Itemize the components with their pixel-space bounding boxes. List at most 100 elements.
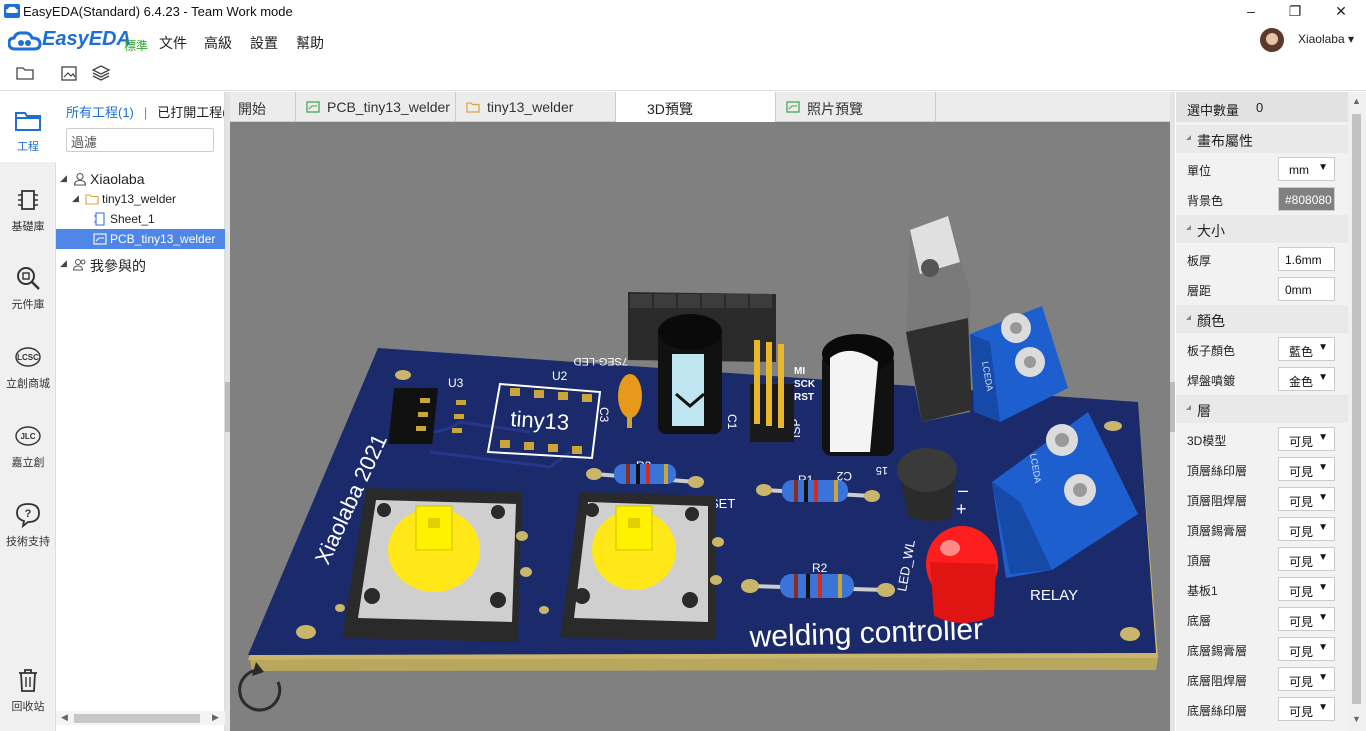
tab-pcb[interactable]: PCB_tiny13_welder: [296, 92, 456, 122]
scroll-left-icon[interactable]: ◀: [61, 712, 68, 723]
prop-layer-row: 頂層錫膏層 可見 ▼: [1176, 514, 1348, 544]
scroll-right-icon[interactable]: ▶: [212, 712, 219, 723]
scroll-up-icon[interactable]: ▲: [1352, 96, 1361, 106]
easyeda-logo-icon: [8, 31, 42, 51]
pcb-icon: [93, 233, 107, 245]
menu-help[interactable]: 幫助: [296, 33, 324, 53]
avatar[interactable]: [1260, 28, 1284, 52]
prop-layer-row: 底層 可見 ▼: [1176, 604, 1348, 634]
section-canvas[interactable]: 畫布屬性: [1176, 125, 1348, 153]
dropdown-arrow-icon: ▼: [1318, 342, 1328, 353]
image-export-icon[interactable]: [58, 62, 80, 84]
prop-layer-row: 頂層 可見 ▼: [1176, 544, 1348, 574]
layer-visibility-select[interactable]: 可見 ▼: [1278, 667, 1335, 691]
silk-rst: RST: [794, 392, 814, 403]
layer-visibility-select[interactable]: 可見 ▼: [1278, 547, 1335, 571]
folder-icon[interactable]: [14, 62, 36, 84]
layer-visibility-select[interactable]: 可見 ▼: [1278, 697, 1335, 721]
unit-select[interactable]: mm ▼: [1278, 157, 1335, 181]
caret-icon[interactable]: ◢: [72, 193, 79, 204]
section-layer[interactable]: 層: [1176, 395, 1348, 423]
pad-finish-select[interactable]: 金色 ▼: [1278, 367, 1335, 391]
svg-text:LCSC: LCSC: [17, 353, 39, 362]
scroll-down-icon[interactable]: ▼: [1352, 714, 1361, 724]
prop-layer-row: 頂層阻焊層 可見 ▼: [1176, 484, 1348, 514]
menu-advanced[interactable]: 高級: [204, 33, 232, 53]
project-panel-scrollbar[interactable]: ◀ ▶: [56, 711, 225, 725]
filter-input[interactable]: 過濾: [66, 128, 214, 152]
properties-scrollbar[interactable]: ▲ ▼: [1348, 92, 1366, 731]
tab-photo-preview[interactable]: 照片預覽: [776, 92, 936, 122]
help-icon: ?: [16, 503, 40, 529]
silk-sck: SCK: [794, 379, 816, 390]
nav-component-library[interactable]: 元件庫: [0, 250, 56, 320]
tree-item-xiaolaba[interactable]: ◢ Xiaolaba: [56, 169, 225, 189]
tree-item-pcb[interactable]: PCB_tiny13_welder: [56, 229, 225, 249]
user-icon: [73, 172, 87, 186]
section-color[interactable]: 顏色: [1176, 305, 1348, 333]
layer-visibility-select[interactable]: 可見 ▼: [1278, 577, 1335, 601]
layer-visibility-select[interactable]: 可見 ▼: [1278, 487, 1335, 511]
caret-icon[interactable]: ◢: [60, 173, 67, 184]
prop-unit: 單位 mm ▼: [1176, 154, 1348, 184]
nav-recycle-bin[interactable]: 回收站: [0, 652, 56, 722]
layer-visibility-select[interactable]: 可見 ▼: [1278, 427, 1335, 451]
tab-start[interactable]: 開始: [230, 92, 296, 122]
tree-item-sheet[interactable]: Sheet_1: [56, 209, 225, 229]
user-menu[interactable]: Xiaolaba ▾: [1298, 32, 1354, 46]
layer-visibility-select[interactable]: 可見 ▼: [1278, 457, 1335, 481]
nav-project[interactable]: 工程: [0, 92, 56, 162]
silk-mi: MI: [794, 366, 805, 377]
dropdown-arrow-icon: ▼: [1318, 492, 1328, 503]
prop-pad-finish: 焊盤噴鍍 金色 ▼: [1176, 364, 1348, 394]
silk-u3: U3: [448, 376, 464, 390]
nav-basic-library[interactable]: 基礎庫: [0, 172, 56, 242]
right-splitter[interactable]: [1170, 92, 1175, 731]
tab-3d-preview[interactable]: 3D預覽: [616, 92, 776, 122]
maximize-button[interactable]: ❐: [1272, 0, 1318, 24]
silk-u2: U2: [552, 369, 568, 383]
nav-jlc[interactable]: JLC 嘉立創: [0, 408, 56, 478]
lcsc-icon: LCSC: [15, 347, 41, 367]
silk-c1: C1: [725, 414, 739, 430]
silk-relay: RELAY: [1030, 587, 1078, 604]
tree-item-project[interactable]: ◢ tiny13_welder: [56, 189, 225, 209]
bg-color-field[interactable]: #808080: [1278, 187, 1335, 211]
thickness-field[interactable]: 1.6mm: [1278, 247, 1335, 271]
silk-minus: –: [958, 480, 968, 500]
folder-icon: [466, 102, 480, 113]
minimize-button[interactable]: –: [1228, 0, 1274, 24]
tab-open-projects[interactable]: 已打開工程(: [157, 105, 224, 120]
layer-visibility-select[interactable]: 可見 ▼: [1278, 517, 1335, 541]
caret-icon[interactable]: ◢: [60, 258, 67, 269]
close-button[interactable]: ✕: [1318, 0, 1364, 24]
menu-bar: EasyEDA 標準 文件 高級 設置 幫助 Xiaolaba ▾: [0, 24, 1366, 58]
3d-viewport[interactable]: Xiaolaba 2021 welding controller U3 U2 C…: [230, 122, 1170, 731]
dropdown-arrow-icon: ▼: [1318, 702, 1328, 713]
dropdown-arrow-icon: ▼: [1318, 552, 1328, 563]
scroll-thumb[interactable]: [1352, 114, 1361, 704]
layers-icon[interactable]: [90, 62, 112, 84]
scroll-thumb[interactable]: [74, 714, 200, 723]
section-size[interactable]: 大小: [1176, 215, 1348, 243]
nav-lcsc-store[interactable]: LCSC 立創商城: [0, 329, 56, 399]
pcb-3d-render: Xiaolaba 2021 welding controller U3 U2 C…: [238, 216, 1158, 712]
pcb-icon: [306, 101, 320, 113]
tab-all-projects[interactable]: 所有工程(1): [66, 105, 134, 120]
tab-project[interactable]: tiny13_welder: [456, 92, 616, 122]
menu-settings[interactable]: 設置: [250, 33, 278, 53]
chip-label-tiny13: tiny13: [510, 406, 570, 435]
prop-layer-row: 3D模型 可見 ▼: [1176, 424, 1348, 454]
tree-item-participated[interactable]: ◢ 我參與的: [56, 254, 225, 274]
nav-support[interactable]: ? 技術支持: [0, 487, 56, 557]
layer-visibility-select[interactable]: 可見 ▼: [1278, 607, 1335, 631]
svg-text:JLC: JLC: [20, 432, 35, 441]
prop-layer-row: 底層阻焊層 可見 ▼: [1176, 664, 1348, 694]
board-color-select[interactable]: 藍色 ▼: [1278, 337, 1335, 361]
menu-file[interactable]: 文件: [159, 33, 187, 53]
layer-gap-field[interactable]: 0mm: [1278, 277, 1335, 301]
search-component-icon: [17, 267, 40, 290]
trash-icon: [19, 669, 37, 692]
layer-visibility-select[interactable]: 可見 ▼: [1278, 637, 1335, 661]
dropdown-arrow-icon: ▼: [1318, 522, 1328, 533]
